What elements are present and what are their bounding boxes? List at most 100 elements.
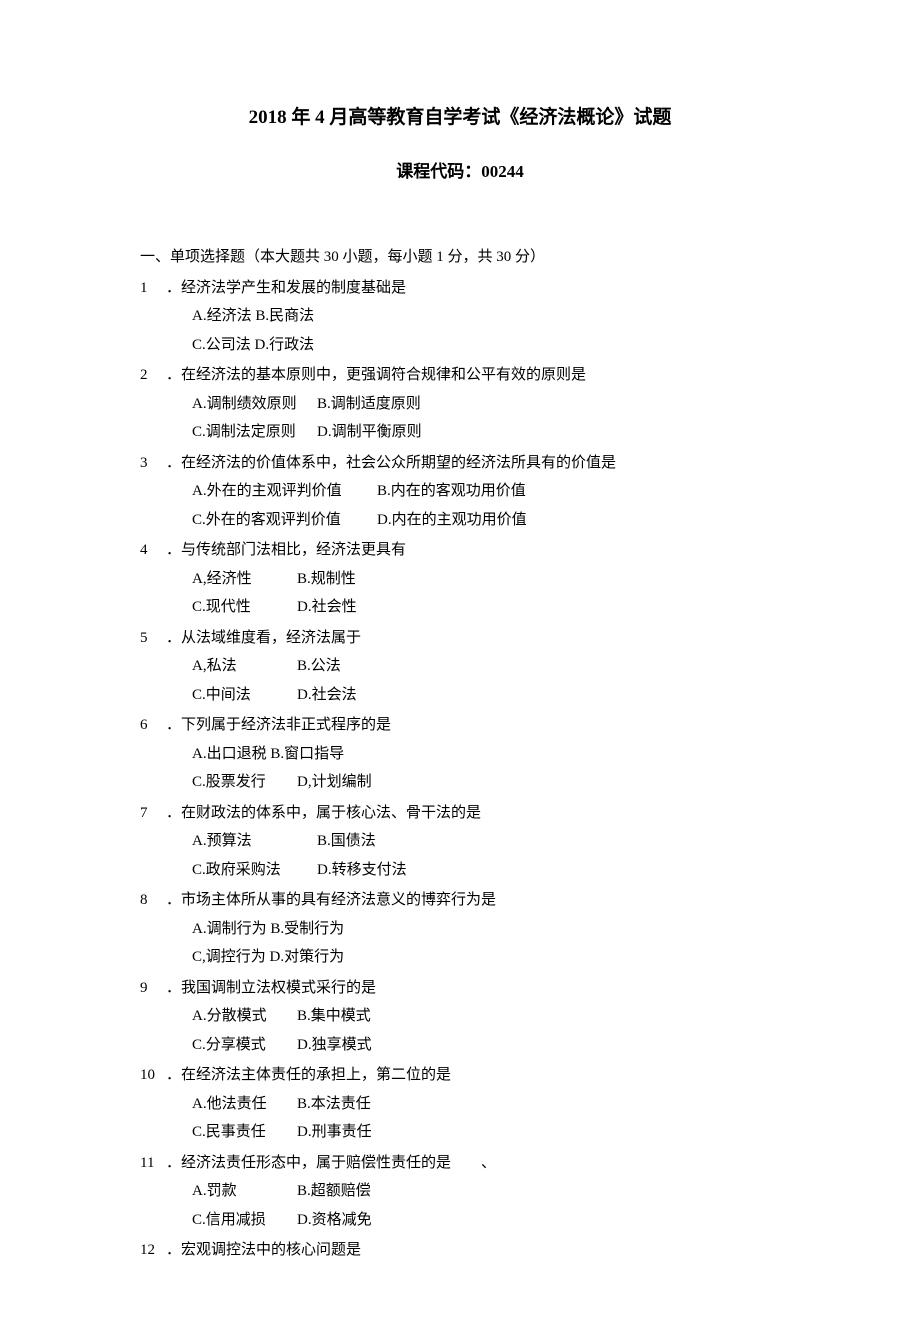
option: D.社会法 — [297, 681, 357, 710]
options-block: A.调制绩效原则B.调制适度原则C.调制法定原则D.调制平衡原则 — [140, 390, 780, 447]
question-number: 6 — [140, 711, 166, 740]
question-text: ．在经济法主体责任的承担上，第二位的是 — [166, 1061, 780, 1090]
question-1: 1．经济法学产生和发展的制度基础是A.经济法 B.民商法C.公司法 D.行政法 — [140, 274, 780, 360]
option-row: A.他法责任B.本法责任 — [192, 1090, 780, 1119]
title-year: 2018 — [249, 107, 287, 128]
option: B.内在的客观功用价值 — [377, 477, 526, 506]
option: D.刑事责任 — [297, 1118, 372, 1147]
option: C.股票发行 — [192, 768, 297, 797]
option: D.独享模式 — [297, 1031, 372, 1060]
options-block: A,经济性B.规制性C.现代性D.社会性 — [140, 565, 780, 622]
question-number: 12 — [140, 1236, 166, 1265]
option-row: C.外在的客观评判价值D.内在的主观功用价值 — [192, 506, 780, 535]
course-code-line: 课程代码：00244 — [140, 156, 780, 188]
option: C,调控行为 D.对策行为 — [192, 943, 344, 972]
option-row: C.信用减损D.资格减免 — [192, 1206, 780, 1235]
option: A,私法 — [192, 652, 297, 681]
option: A.出口退税 B.窗口指导 — [192, 740, 344, 769]
options-block: A.外在的主观评判价值B.内在的客观功用价值C.外在的客观评判价值D.内在的主观… — [140, 477, 780, 534]
question-stem: 4．与传统部门法相比，经济法更具有 — [140, 536, 780, 565]
options-block: A.预算法B.国债法C.政府采购法D.转移支付法 — [140, 827, 780, 884]
option: C.公司法 D.行政法 — [192, 331, 314, 360]
question-9: 9．我国调制立法权模式采行的是A.分散模式B.集中模式C.分享模式D.独享模式 — [140, 974, 780, 1060]
option: A.他法责任 — [192, 1090, 297, 1119]
question-stem: 10．在经济法主体责任的承担上，第二位的是 — [140, 1061, 780, 1090]
option: A.调制行为 B.受制行为 — [192, 915, 344, 944]
option: A.经济法 B.民商法 — [192, 302, 314, 331]
option: D.调制平衡原则 — [317, 418, 422, 447]
option-row: A.分散模式B.集中模式 — [192, 1002, 780, 1031]
option: C.分享模式 — [192, 1031, 297, 1060]
option: D.资格减免 — [297, 1206, 372, 1235]
option: A,经济性 — [192, 565, 297, 594]
option-row: C.中间法D.社会法 — [192, 681, 780, 710]
question-text: ．经济法学产生和发展的制度基础是 — [166, 274, 780, 303]
question-stem: 2．在经济法的基本原则中，更强调符合规律和公平有效的原则是 — [140, 361, 780, 390]
question-8: 8．市场主体所从事的具有经济法意义的博弈行为是A.调制行为 B.受制行为C,调控… — [140, 886, 780, 972]
question-text: ．在经济法的基本原则中，更强调符合规律和公平有效的原则是 — [166, 361, 780, 390]
option: C.调制法定原则 — [192, 418, 317, 447]
option-row: A.预算法B.国债法 — [192, 827, 780, 856]
question-number: 1 — [140, 274, 166, 303]
question-stem: 12．宏观调控法中的核心问题是 — [140, 1236, 780, 1265]
question-number: 4 — [140, 536, 166, 565]
option: B.国债法 — [317, 827, 376, 856]
option-row: C.分享模式D.独享模式 — [192, 1031, 780, 1060]
question-stem: 6．下列属于经济法非正式程序的是 — [140, 711, 780, 740]
option: C.外在的客观评判价值 — [192, 506, 377, 535]
question-text: ．下列属于经济法非正式程序的是 — [166, 711, 780, 740]
question-text: ．与传统部门法相比，经济法更具有 — [166, 536, 780, 565]
option: B.规制性 — [297, 565, 356, 594]
question-number: 10 — [140, 1061, 166, 1090]
options-block: A.出口退税 B.窗口指导C.股票发行D,计划编制 — [140, 740, 780, 797]
option: A.外在的主观评判价值 — [192, 477, 377, 506]
option: C.中间法 — [192, 681, 297, 710]
question-stem: 7．在财政法的体系中，属于核心法、骨干法的是 — [140, 799, 780, 828]
question-text: ．从法域维度看，经济法属于 — [166, 624, 780, 653]
option: D.转移支付法 — [317, 856, 407, 885]
question-number: 7 — [140, 799, 166, 828]
option-row: C.政府采购法D.转移支付法 — [192, 856, 780, 885]
question-2: 2．在经济法的基本原则中，更强调符合规律和公平有效的原则是A.调制绩效原则B.调… — [140, 361, 780, 447]
option-row: C.股票发行D,计划编制 — [192, 768, 780, 797]
options-block: A.分散模式B.集中模式C.分享模式D.独享模式 — [140, 1002, 780, 1059]
option-row: C.民事责任D.刑事责任 — [192, 1118, 780, 1147]
option: A.预算法 — [192, 827, 317, 856]
exam-title: 2018 年 4 月高等教育自学考试《经济法概论》试题 — [140, 100, 780, 136]
question-12: 12．宏观调控法中的核心问题是 — [140, 1236, 780, 1265]
options-block: A.他法责任B.本法责任C.民事责任D.刑事责任 — [140, 1090, 780, 1147]
option-row: A,私法B.公法 — [192, 652, 780, 681]
option: C.信用减损 — [192, 1206, 297, 1235]
question-number: 11 — [140, 1149, 166, 1178]
option-row: C,调控行为 D.对策行为 — [192, 943, 780, 972]
question-stem: 3．在经济法的价值体系中，社会公众所期望的经济法所具有的价值是 — [140, 449, 780, 478]
question-5: 5．从法域维度看，经济法属于A,私法B.公法C.中间法D.社会法 — [140, 624, 780, 710]
option: D,计划编制 — [297, 768, 372, 797]
option-row: C.调制法定原则D.调制平衡原则 — [192, 418, 780, 447]
question-stem: 9．我国调制立法权模式采行的是 — [140, 974, 780, 1003]
question-text: ．在财政法的体系中，属于核心法、骨干法的是 — [166, 799, 780, 828]
question-number: 3 — [140, 449, 166, 478]
option-row: C.现代性D.社会性 — [192, 593, 780, 622]
question-text: ．市场主体所从事的具有经济法意义的博弈行为是 — [166, 886, 780, 915]
option-row: C.公司法 D.行政法 — [192, 331, 780, 360]
option: A.调制绩效原则 — [192, 390, 317, 419]
option: C.民事责任 — [192, 1118, 297, 1147]
option: A.分散模式 — [192, 1002, 297, 1031]
option: B.调制适度原则 — [317, 390, 421, 419]
title-month: 4 — [315, 107, 325, 128]
question-6: 6．下列属于经济法非正式程序的是A.出口退税 B.窗口指导C.股票发行D,计划编… — [140, 711, 780, 797]
option-row: A.经济法 B.民商法 — [192, 302, 780, 331]
option-row: A.调制行为 B.受制行为 — [192, 915, 780, 944]
option-row: A.出口退税 B.窗口指导 — [192, 740, 780, 769]
option-row: A.罚款B.超额赔偿 — [192, 1177, 780, 1206]
option: D.内在的主观功用价值 — [377, 506, 527, 535]
option-row: A.外在的主观评判价值B.内在的客观功用价值 — [192, 477, 780, 506]
option: B.超额赔偿 — [297, 1177, 371, 1206]
question-text: ．我国调制立法权模式采行的是 — [166, 974, 780, 1003]
question-3: 3．在经济法的价值体系中，社会公众所期望的经济法所具有的价值是A.外在的主观评判… — [140, 449, 780, 535]
option: C.政府采购法 — [192, 856, 317, 885]
options-block: A,私法B.公法C.中间法D.社会法 — [140, 652, 780, 709]
section-header: 一、单项选择题（本大题共 30 小题，每小题 1 分，共 30 分） — [140, 243, 780, 272]
options-block: A.罚款B.超额赔偿C.信用减损D.资格减免 — [140, 1177, 780, 1234]
